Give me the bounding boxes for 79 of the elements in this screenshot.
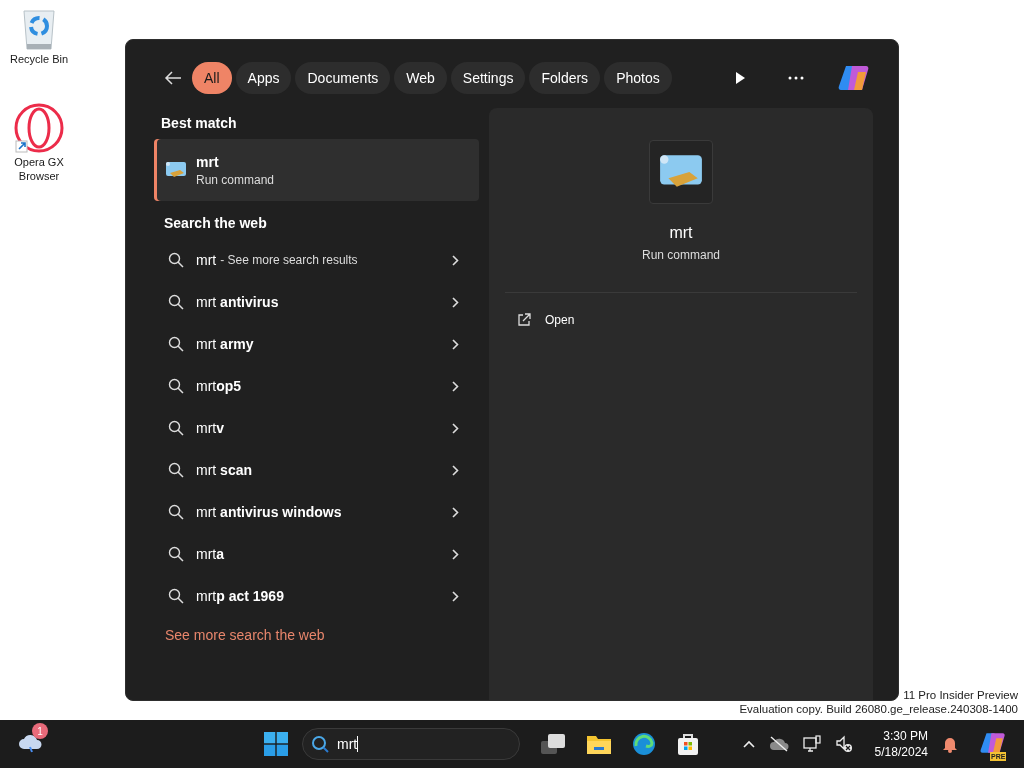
web-suggestion[interactable]: mrt - See more search results xyxy=(154,239,479,281)
back-arrow-icon[interactable] xyxy=(164,70,182,86)
search-icon xyxy=(168,588,184,604)
filter-tab[interactable]: Apps xyxy=(235,62,292,94)
web-suggestion[interactable]: mrt army xyxy=(154,323,479,365)
see-more-link[interactable]: See more search the web xyxy=(165,627,325,643)
web-suggestion[interactable]: mrt antivirus xyxy=(154,281,479,323)
result-type: Run command xyxy=(196,172,275,187)
filter-tab[interactable]: Settings xyxy=(450,62,526,94)
notification-badge: 1 xyxy=(32,723,48,739)
search-icon xyxy=(168,462,184,478)
suggestion-text: mrtp act 1969 xyxy=(196,588,284,604)
chevron-right-icon xyxy=(452,590,459,602)
web-suggestion[interactable]: mrt antivirus windows xyxy=(154,491,479,533)
chevron-right-icon xyxy=(452,338,459,350)
chevron-up-icon[interactable] xyxy=(742,740,755,748)
web-suggestion[interactable]: mrtop5 xyxy=(154,365,479,407)
clock-date[interactable]: 5/18/2024 xyxy=(874,744,928,760)
suggestion-text: mrt scan xyxy=(196,462,253,478)
network-icon[interactable] xyxy=(802,735,821,753)
opera-browser-icon[interactable] xyxy=(14,103,64,155)
taskbar-search-field[interactable]: mrt xyxy=(302,728,520,760)
web-suggestion[interactable]: mrtv xyxy=(154,407,479,449)
section-heading: Search the web xyxy=(163,214,268,233)
search-icon xyxy=(168,252,184,268)
web-suggestion[interactable]: mrt scan xyxy=(154,449,479,491)
open-action[interactable]: Open xyxy=(505,305,857,335)
watermark-text: Evaluation copy. Build 26080.ge_release.240308-1400 xyxy=(739,702,1018,716)
chevron-right-icon xyxy=(452,422,459,434)
desktop-icon-label: Opera GX Browser xyxy=(13,155,65,183)
edge-browser-icon[interactable] xyxy=(632,732,656,756)
suggestion-text: mrtop5 xyxy=(196,378,242,394)
filter-tab[interactable]: Photos xyxy=(604,62,672,94)
chevron-right-icon xyxy=(452,380,459,392)
suggestion-text: mrt antivirus xyxy=(196,294,279,310)
filter-tab[interactable]: Web xyxy=(394,62,447,94)
play-icon[interactable] xyxy=(734,71,746,85)
app-name: mrt xyxy=(669,224,693,242)
task-view-icon[interactable] xyxy=(540,733,566,755)
section-heading: Best match xyxy=(160,114,238,133)
filter-tab[interactable]: Documents xyxy=(295,62,391,94)
clock-time[interactable]: 3:30 PM xyxy=(883,728,928,744)
store-bag-icon[interactable] xyxy=(676,732,700,756)
search-icon xyxy=(168,420,184,436)
volume-muted-icon[interactable] xyxy=(834,735,853,753)
chevron-right-icon xyxy=(452,464,459,476)
web-suggestion[interactable]: mrtp act 1969 xyxy=(154,575,479,617)
best-match-item[interactable]: mrt Run command xyxy=(154,139,479,201)
suggestion-text: mrt army xyxy=(196,336,254,352)
search-icon xyxy=(168,504,184,520)
search-icon xyxy=(168,336,184,352)
search-icon xyxy=(311,735,329,753)
search-icon xyxy=(168,294,184,310)
suggestion-text: mrt antivirus windows xyxy=(196,504,342,520)
chevron-right-icon xyxy=(452,296,459,308)
folder-icon[interactable] xyxy=(586,733,612,755)
chevron-right-icon xyxy=(452,506,459,518)
chevron-right-icon xyxy=(452,548,459,560)
suggestion-text: mrta xyxy=(196,546,224,562)
suggestion-note: - See more search results xyxy=(220,253,358,267)
suggestion-text: mrtv xyxy=(196,420,224,436)
cloud-off-icon[interactable] xyxy=(768,736,789,752)
bell-icon[interactable] xyxy=(942,735,958,753)
search-icon xyxy=(168,546,184,562)
search-icon xyxy=(168,378,184,394)
copilot-icon[interactable] xyxy=(838,64,870,92)
app-type: Run command xyxy=(641,248,720,262)
result-name: mrt xyxy=(196,153,220,170)
web-suggestion[interactable]: mrta xyxy=(154,533,479,575)
copilot-icon[interactable] xyxy=(980,731,1006,755)
filter-tab[interactable]: Folders xyxy=(529,62,601,94)
search-query: mrt xyxy=(196,252,217,268)
chevron-right-icon xyxy=(452,254,459,266)
desktop-icon-label: Recycle Bin xyxy=(8,52,70,66)
more-icon[interactable] xyxy=(788,76,804,80)
external-link-icon xyxy=(517,313,531,327)
watermark-text: 11 Pro Insider Preview xyxy=(903,688,1018,702)
windows-start-icon[interactable] xyxy=(264,732,288,756)
filter-tab[interactable]: All xyxy=(192,62,232,94)
